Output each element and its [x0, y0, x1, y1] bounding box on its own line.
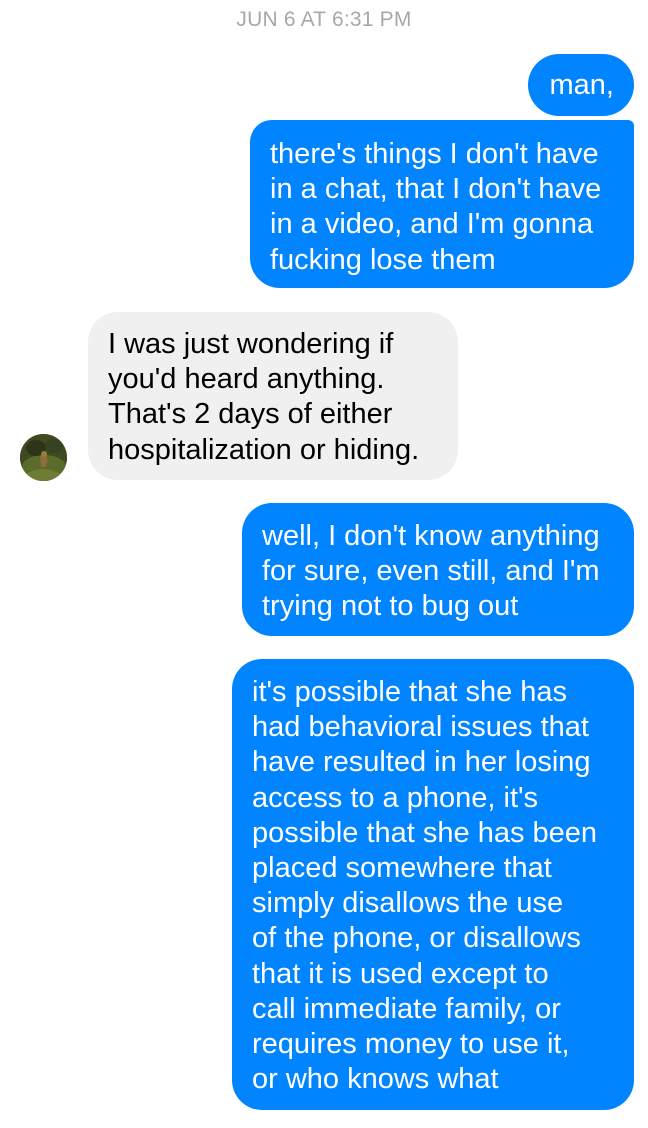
outgoing-message-bubble[interactable]: well, I don't know anything for sure, ev… — [242, 503, 634, 636]
message-text: requires money to use it, — [252, 1028, 570, 1061]
message-text: That's 2 days of either — [108, 398, 393, 431]
message-text: placed somewhere that — [252, 852, 552, 885]
avatar-photo-icon — [20, 434, 67, 481]
incoming-message-bubble[interactable]: I was just wondering if you'd heard anyt… — [88, 312, 458, 480]
contact-avatar[interactable] — [20, 434, 67, 481]
message-text: in a chat, that I don't have — [270, 173, 602, 206]
message-text: access to a phone, it's — [252, 781, 539, 814]
message-text: or who knows what — [252, 1063, 499, 1096]
message-text: call immediate family, or — [252, 992, 561, 1025]
message-text: possible that she has been — [252, 816, 598, 849]
message-text: well, I don't know anything — [262, 520, 600, 552]
message-text: hospitalization or hiding. — [108, 433, 420, 466]
outgoing-message-bubble[interactable]: man, — [527, 54, 634, 116]
message-text: that it is used except to — [252, 957, 549, 990]
outgoing-message-bubble[interactable]: there's things I don't have in a chat, t… — [250, 120, 634, 288]
message-text: have resulted in her losing — [252, 746, 591, 779]
message-text: in a video, and I'm gonna — [270, 208, 594, 241]
message-text: you'd heard anything. — [108, 363, 385, 396]
message-text: had behavioral issues that — [252, 711, 589, 744]
message-text: fucking lose them — [270, 243, 496, 276]
conversation-timestamp: JUN 6 AT 6:31 PM — [236, 8, 412, 31]
message-text: there's things I don't have — [270, 138, 599, 170]
message-text: I was just wondering if — [108, 328, 394, 360]
message-text: trying not to bug out — [262, 590, 519, 623]
message-text: man, — [549, 69, 614, 101]
outgoing-message-bubble[interactable]: it's possible that she has had behaviora… — [232, 659, 634, 1110]
message-text: simply disallows the use — [252, 887, 564, 920]
message-text: for sure, even still, and I'm — [262, 555, 600, 588]
message-text: it's possible that she has — [252, 676, 568, 708]
message-text: of the phone, or disallows — [252, 922, 581, 955]
